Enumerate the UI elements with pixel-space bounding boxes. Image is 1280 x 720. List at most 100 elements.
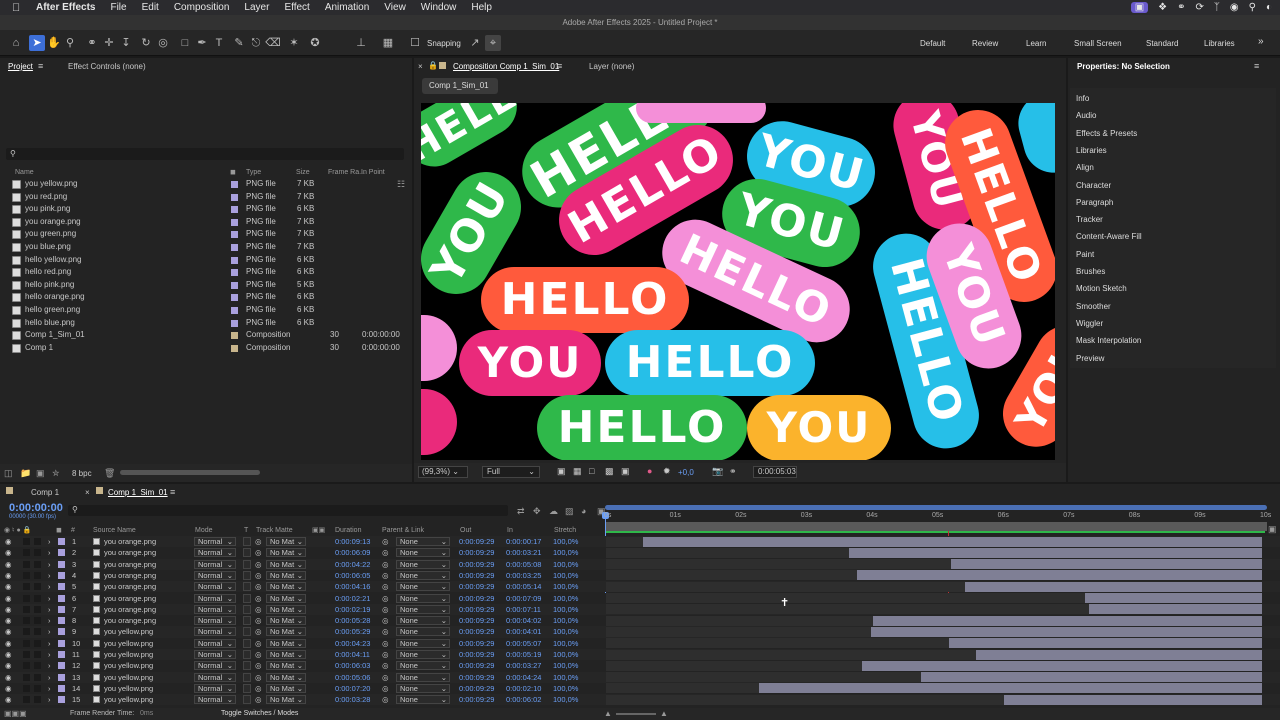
layer-duration-bar[interactable]	[857, 570, 1262, 581]
track-matte-dropdown[interactable]: No Mat ⌄	[266, 570, 306, 580]
matte-pickwhip-icon[interactable]: ◎	[255, 559, 262, 570]
item-label[interactable]	[231, 206, 238, 214]
word-you[interactable]: YOU	[459, 330, 601, 396]
bluetooth-icon[interactable]: ᛉ	[1214, 2, 1220, 13]
parent-pickwhip-icon[interactable]: ◎	[382, 672, 389, 683]
track-matte-dropdown[interactable]: No Mat ⌄	[266, 548, 306, 558]
properties-item[interactable]: Motion Sketch	[1076, 284, 1127, 293]
parent-dropdown[interactable]: None ⌄	[396, 627, 450, 637]
parent-pickwhip-icon[interactable]: ◎	[382, 615, 389, 626]
matte-pickwhip-icon[interactable]: ◎	[255, 649, 262, 660]
layer-mode-dropdown[interactable]: Normal ⌄	[194, 548, 236, 558]
layer-source-name[interactable]: you orange.png	[104, 593, 156, 604]
layer-out[interactable]: 0:00:09:29	[459, 559, 494, 570]
frame-blending-icon[interactable]: ▨	[565, 506, 574, 517]
zoom-tool-icon[interactable]: ⚲	[62, 35, 78, 51]
layer-source-name[interactable]: you yellow.png	[104, 626, 153, 637]
show-snapshot-icon[interactable]: ⚭	[729, 466, 737, 477]
properties-item[interactable]: Tracker	[1076, 215, 1103, 224]
layer-duration-bar[interactable]	[1084, 593, 1262, 603]
properties-item[interactable]: Wiggler	[1076, 319, 1103, 328]
work-area-bar[interactable]	[605, 505, 1267, 510]
properties-item[interactable]: Align	[1076, 163, 1094, 172]
matte-pickwhip-icon[interactable]: ◎	[255, 547, 262, 558]
preserve-transparency-box[interactable]	[243, 616, 251, 626]
layer-stretch[interactable]: 100,0%	[553, 593, 578, 604]
tab-comp1-sim[interactable]: Comp 1_Sim_01	[108, 488, 168, 497]
workspace-standard[interactable]: Standard	[1146, 39, 1178, 48]
layer-duration-bar[interactable]	[1089, 604, 1262, 615]
matte-pickwhip-icon[interactable]: ◎	[255, 626, 262, 637]
col-in[interactable]: In	[507, 527, 513, 534]
layer-out[interactable]: 0:00:09:29	[459, 615, 494, 626]
lock-box[interactable]	[34, 696, 41, 704]
properties-item[interactable]: Effects & Presets	[1076, 129, 1137, 138]
expand-arrow-icon[interactable]: ›	[48, 604, 51, 615]
properties-item[interactable]: Character	[1076, 181, 1111, 190]
layer-in[interactable]: 0:00:05:07	[506, 638, 541, 649]
eye-icon[interactable]: ◉	[5, 649, 12, 660]
layer-label[interactable]	[58, 594, 65, 602]
layer-stretch[interactable]: 100,0%	[553, 615, 578, 626]
layer-duration-bar[interactable]	[964, 581, 1262, 592]
preserve-transparency-box[interactable]	[243, 627, 251, 637]
eraser-tool-icon[interactable]: ⌫	[265, 35, 281, 51]
layer-duration[interactable]: 0:00:05:29	[335, 626, 370, 637]
layer-out[interactable]: 0:00:09:29	[459, 672, 494, 683]
work-area-range[interactable]	[605, 522, 1267, 531]
lock-box[interactable]	[34, 617, 41, 625]
tab-project[interactable]: Project	[8, 62, 33, 71]
eye-icon[interactable]: ◉	[5, 547, 12, 558]
layer-stretch[interactable]: 100,0%	[553, 694, 578, 705]
layer-duration[interactable]: 0:00:05:28	[335, 615, 370, 626]
eye-icon[interactable]: ◉	[5, 615, 12, 626]
timeline-layer-row[interactable]: ◉ › 15 you yellow.png Normal ⌄ ◎ No Mat ⌄ 0:00:03…	[0, 694, 1280, 706]
expand-arrow-icon[interactable]: ›	[48, 581, 51, 592]
timeline-layer-row[interactable]: ◉ › 14 you yellow.png Normal ⌄ ◎ No Mat ⌄ 0:00:07…	[0, 682, 1280, 695]
eye-icon[interactable]: ◉	[5, 683, 12, 694]
parent-dropdown[interactable]: None ⌄	[396, 683, 450, 693]
menu-composition[interactable]: Composition	[174, 2, 230, 13]
layer-duration[interactable]: 0:00:07:20	[335, 683, 370, 694]
properties-item[interactable]: Mask Interpolation	[1076, 336, 1141, 345]
layer-stretch[interactable]: 100,0%	[553, 570, 578, 581]
expand-arrow-icon[interactable]: ›	[48, 626, 51, 637]
zoom-out-icon[interactable]: ▲	[604, 709, 612, 718]
timeline-layer-row[interactable]: ◉ › 12 you yellow.png Normal ⌄ ◎ No Mat ⌄ 0:00:06…	[0, 660, 1280, 672]
comp-mini-flowchart-icon[interactable]: ⇄	[517, 506, 525, 517]
layer-duration-bar[interactable]	[861, 660, 1262, 671]
lock-box[interactable]	[34, 538, 41, 545]
track-matte-dropdown[interactable]: No Mat ⌄	[266, 537, 306, 546]
parent-pickwhip-icon[interactable]: ◎	[382, 638, 389, 649]
layer-in[interactable]: 0:00:06:02	[506, 694, 541, 705]
matte-pickwhip-icon[interactable]: ◎	[255, 660, 262, 671]
layer-duration[interactable]: 0:00:02:21	[335, 593, 370, 604]
layer-stretch[interactable]: 100,0%	[553, 547, 578, 558]
col-parent[interactable]: Parent & Link	[382, 527, 424, 534]
parent-dropdown[interactable]: None ⌄	[396, 695, 450, 705]
project-item[interactable]: Comp 1_Sim_01 Composition 30 0:00:00:00	[10, 329, 405, 342]
project-item[interactable]: hello green.png PNG file 6 KB	[10, 304, 405, 317]
menu-file[interactable]: File	[110, 2, 126, 13]
bpc-button[interactable]: 8 bpc	[72, 469, 92, 478]
project-item[interactable]: you green.png PNG file 7 KB	[10, 228, 405, 241]
lock-icon[interactable]: 🔒	[428, 61, 438, 70]
layer-label[interactable]	[58, 628, 65, 636]
word-you[interactable]	[421, 389, 457, 455]
preserve-transparency-box[interactable]	[243, 559, 251, 569]
roto-tool-icon[interactable]: ✶	[286, 35, 302, 51]
color-channels-icon[interactable]: ●	[647, 466, 652, 476]
layer-duration[interactable]: 0:00:04:23	[335, 638, 370, 649]
eye-icon[interactable]: ◉	[5, 536, 12, 547]
solo-box[interactable]	[23, 639, 30, 647]
parent-pickwhip-icon[interactable]: ◎	[382, 559, 389, 570]
layer-out[interactable]: 0:00:09:29	[459, 626, 494, 637]
preserve-transparency-box[interactable]	[243, 650, 251, 659]
preserve-transparency-box[interactable]	[243, 661, 251, 671]
track-matte-dropdown[interactable]: No Mat ⌄	[266, 672, 306, 682]
layer-label[interactable]	[58, 673, 65, 681]
layer-in[interactable]: 0:00:04:02	[506, 615, 541, 626]
layer-source-name[interactable]: you yellow.png	[104, 694, 153, 705]
parent-pickwhip-icon[interactable]: ◎	[382, 683, 389, 694]
preserve-transparency-box[interactable]	[243, 672, 251, 682]
